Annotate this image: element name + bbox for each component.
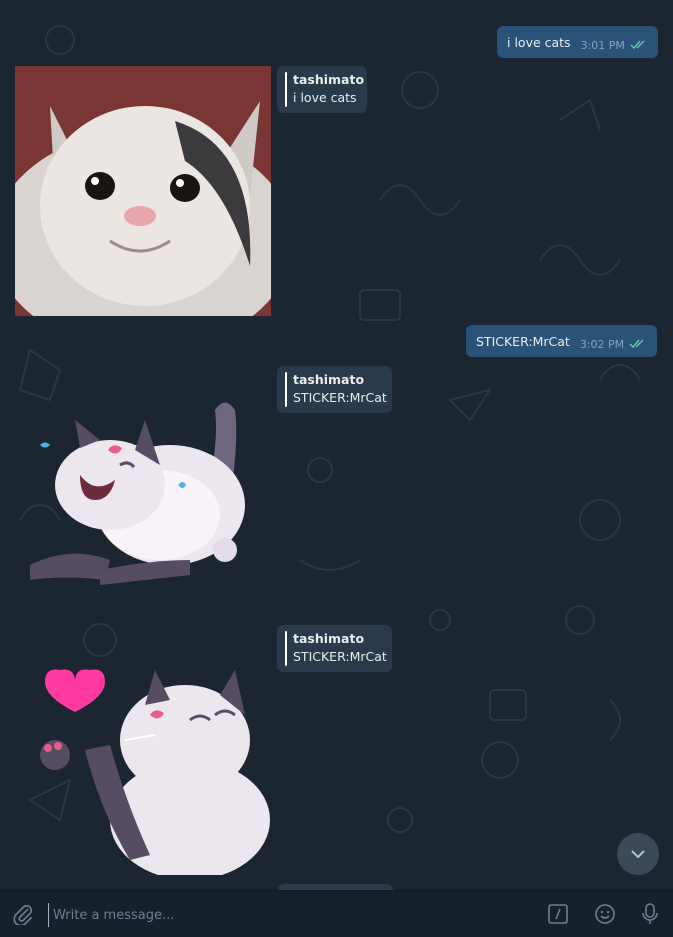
reply-message[interactable]: tashimato STICKER:MrCat	[277, 625, 392, 672]
message-text: STICKER:MrCat	[476, 333, 570, 349]
smiley-icon[interactable]	[594, 903, 616, 925]
microphone-icon[interactable]	[640, 902, 660, 926]
reply-message[interactable]: tashimato i love cats	[277, 66, 367, 113]
message-text: STICKER:MrCat	[293, 649, 387, 664]
quote-bar	[285, 72, 287, 107]
paperclip-icon[interactable]	[12, 903, 34, 925]
cat-sticker[interactable]	[30, 660, 280, 875]
outgoing-message[interactable]: i love cats 3:01 PM	[497, 26, 658, 58]
sender-name: tashimato	[293, 631, 365, 646]
cat-sticker[interactable]	[20, 390, 250, 590]
quote-bar	[285, 631, 287, 666]
double-check-icon	[630, 40, 645, 50]
cat-photo-image	[15, 66, 271, 316]
sender-name: tashimato	[293, 372, 365, 387]
message-composer	[0, 890, 673, 937]
chevron-down-icon	[631, 850, 645, 859]
cat-photo[interactable]	[15, 66, 271, 316]
message-text: i love cats	[507, 34, 571, 50]
double-check-icon	[629, 339, 644, 349]
message-text: i love cats	[293, 90, 357, 105]
reply-message[interactable]: tashimato STICKER:MrCat	[277, 366, 392, 413]
message-text: STICKER:MrCat	[293, 390, 387, 405]
slash-command-icon[interactable]	[548, 904, 568, 924]
message-time: 3:02 PM	[579, 337, 625, 351]
message-time: 3:01 PM	[580, 38, 625, 52]
sender-name: tashimato	[293, 72, 365, 87]
outgoing-message[interactable]: STICKER:MrCat 3:02 PM	[466, 325, 658, 357]
scroll-down-button[interactable]	[617, 833, 659, 875]
message-input[interactable]	[48, 903, 525, 927]
chat-area[interactable]: i love cats 3:01 PM tashimato i love cat…	[0, 0, 673, 890]
quote-bar	[285, 372, 287, 407]
